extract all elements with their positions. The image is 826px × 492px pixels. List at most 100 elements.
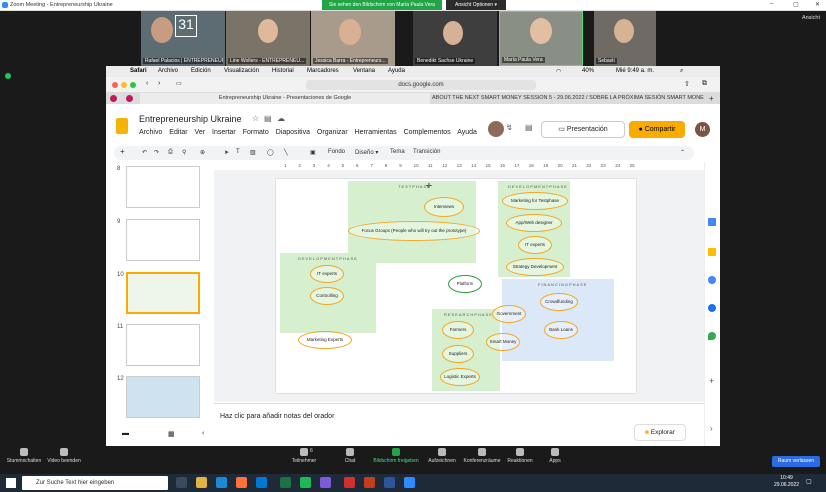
cloud-icon[interactable]: ☁ [277,114,285,123]
app-icon[interactable] [320,477,331,488]
calendar-icon[interactable] [708,218,716,226]
tab-slides[interactable]: Entrepreneurship Ukraine - Presentacione… [140,93,430,104]
diagram-node[interactable]: Bank Loans [544,321,578,339]
activity-icon[interactable]: ↯ [506,123,513,132]
mail-icon[interactable] [256,477,267,488]
record-button[interactable]: Aufzeichnen [424,448,460,464]
diagram-node[interactable]: Marketing Experts [298,331,352,349]
participant-video[interactable]: Jessica Barra - Entrepreneurs... [311,11,395,66]
diagram-node[interactable]: IT experts [310,265,344,283]
windows-start-icon[interactable] [6,478,16,488]
participant-video[interactable]: Line Wolters - ENTREPRENEU... [226,11,310,66]
minimize-window-button[interactable] [121,82,127,88]
tasks-icon[interactable] [708,276,716,284]
participant-video[interactable]: Sebasti [594,11,656,66]
participants-button[interactable]: Teilnehmer [284,448,324,464]
slide-thumbnail-selected[interactable] [126,272,200,314]
leave-room-button[interactable]: Raum verlassen [772,456,820,467]
menu-organizar[interactable]: Organizar [317,129,348,136]
new-slide-icon[interactable]: + [120,147,125,156]
present-button[interactable]: ▭ Presentación [541,121,625,138]
account-avatar[interactable]: M [695,122,710,137]
slide[interactable]: TESTPHASE DEVELOPMENTPHASE DEVELOPMENTPH… [276,179,636,393]
powerpoint-icon[interactable] [364,477,375,488]
diagram-node[interactable]: Focus Groups (People who will try out th… [348,221,480,241]
collapse-icon[interactable]: ‹ [202,430,204,437]
breakout-rooms-button[interactable]: Konferenzräume [460,448,504,464]
diagram-node[interactable]: Platform [448,275,482,293]
file-explorer-icon[interactable] [196,477,207,488]
add-addon-icon[interactable]: + [709,376,714,386]
maps-icon[interactable] [708,332,716,340]
diagram-node[interactable]: Suppliers [442,345,474,363]
diagram-node[interactable]: Smart Money [486,333,520,351]
menu-formato[interactable]: Formato [243,129,269,136]
slides-logo-icon[interactable] [116,118,128,134]
menu-editar[interactable]: Editar [169,129,187,136]
sidebar-icon[interactable]: ▭ [176,80,182,87]
stop-video-button[interactable]: Video beenden [44,448,84,464]
excel-icon[interactable] [280,477,291,488]
diagram-node[interactable]: Logistic Experts [440,368,480,386]
diagram-node[interactable]: Government [492,305,526,323]
expand-icon[interactable]: › [710,424,713,433]
minimize-icon[interactable]: – [770,1,773,7]
image-icon[interactable]: ▨ [250,149,256,156]
menu-diapositiva[interactable]: Diapositiva [276,129,310,136]
search-icon[interactable]: ⌕ [680,68,683,75]
comments-icon[interactable]: ▤ [525,123,533,132]
participant-video[interactable]: Benedikt Sachse Ukraine [413,11,497,66]
reactions-button[interactable]: Reaktionen [502,448,538,464]
line-icon[interactable]: ╲ [284,149,288,156]
chat-button[interactable]: Chat [330,448,370,464]
menu-historial[interactable]: Historial [272,68,294,74]
menu-ayuda[interactable]: Ayuda [457,129,477,136]
close-icon[interactable]: ✕ [815,1,820,8]
speaker-notes[interactable]: Haz clic para añadir notas del orador [214,403,704,431]
paint-format-icon[interactable]: ⚲ [182,149,186,156]
edge-icon[interactable] [216,477,227,488]
zoom-taskbar-icon[interactable] [404,477,415,488]
undo-icon[interactable]: ↶ [142,149,147,156]
diagram-node[interactable]: Crowdfunding [540,293,578,311]
move-folder-icon[interactable]: ▤ [264,114,272,123]
zoom-icon[interactable]: ⊕ [200,149,205,156]
acrobat-icon[interactable] [344,477,355,488]
print-icon[interactable]: ⎙ [168,149,173,156]
chevron-up-icon[interactable]: ⌃ [680,149,685,156]
menu-edicion[interactable]: Edición [191,68,211,74]
menu-ayuda[interactable]: Ayuda [388,68,405,74]
menu-marcadores[interactable]: Marcadores [307,68,339,74]
menu-herramientas[interactable]: Herramientas [355,129,397,136]
menu-archivo[interactable]: Archivo [158,68,178,74]
grid-view-icon[interactable]: ▦ [168,430,175,438]
text-box-icon[interactable]: T [236,149,240,155]
diagram-node[interactable]: Strategy Development [506,258,564,276]
diagram-node[interactable]: Interviews [424,197,464,217]
share-icon[interactable]: ⇧ [684,80,690,88]
comment-icon[interactable]: ▣ [310,149,316,156]
mute-button[interactable]: Stummschalten [4,448,44,464]
notifications-icon[interactable]: ▢ [806,478,812,485]
diagram-node[interactable]: Marketing for Testphase [502,192,568,210]
tab-smart-money[interactable]: ABOUT THE NEXT SMART MONEY SESSION 5 - 2… [432,93,704,104]
menu-complementos[interactable]: Complementos [404,129,451,136]
address-bar[interactable]: docs.google.com [306,80,536,90]
menu-safari[interactable]: Safari [130,68,147,74]
firefox-icon[interactable] [236,477,247,488]
explore-button[interactable]: ■ Explorar [634,424,686,441]
redo-icon[interactable]: ↷ [154,149,159,156]
slide-thumbnail[interactable] [126,219,200,261]
gallery-view-button[interactable]: Ansicht [802,15,820,21]
zoom-window-button[interactable] [130,82,136,88]
select-icon[interactable]: ➤ [224,149,229,156]
slide-thumbnail[interactable] [126,376,200,418]
participant-video[interactable]: 31 Rafael Palacios | ENTREPRENEURSHIP U.… [141,11,225,66]
forward-icon[interactable]: › [158,80,160,87]
collaborator-avatar[interactable] [488,121,504,137]
star-icon[interactable]: ☆ [252,114,259,123]
share-button[interactable]: ● Compartir [629,121,685,138]
taskbar-search[interactable]: Zur Suche Text hier eingeben [22,476,168,490]
background-button[interactable]: Fondo [328,149,345,155]
participant-video[interactable]: María Paula Vera [499,11,583,66]
